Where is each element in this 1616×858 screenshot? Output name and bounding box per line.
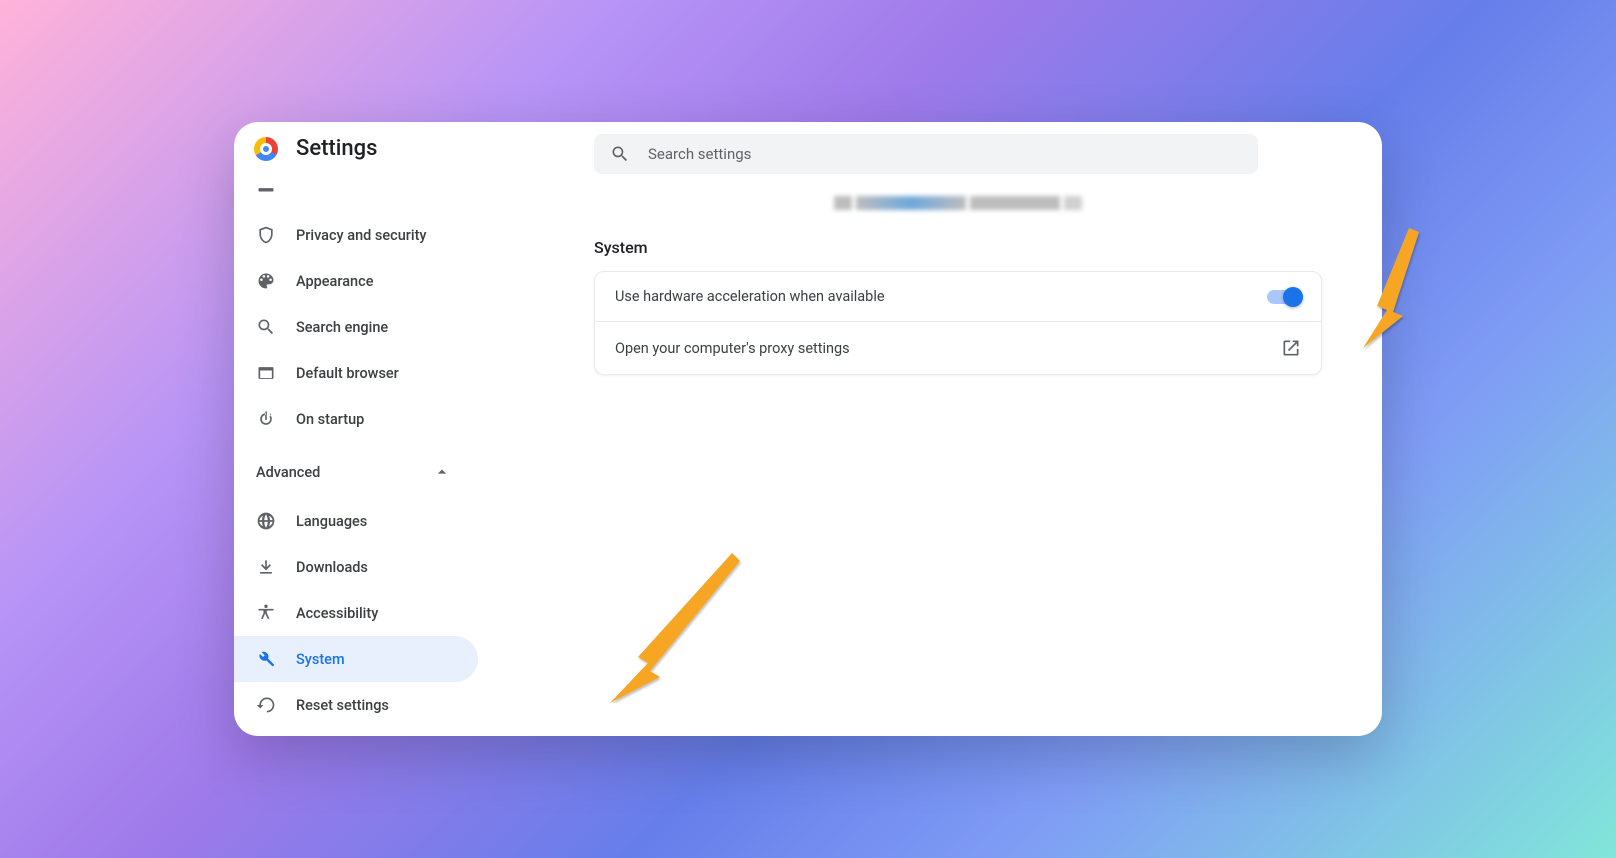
section-title: System — [594, 238, 1322, 257]
sidebar-item-autofill[interactable] — [234, 182, 478, 212]
autofill-icon — [256, 182, 276, 199]
sidebar-item-label: Accessibility — [296, 605, 378, 622]
system-settings-card: Use hardware acceleration when available… — [594, 271, 1322, 375]
sidebar-item-downloads[interactable]: Downloads — [234, 544, 478, 590]
sidebar-advanced-header[interactable]: Advanced — [234, 450, 534, 494]
sidebar-item-label: Default browser — [296, 365, 399, 382]
sidebar-item-default-browser[interactable]: Default browser — [234, 350, 478, 396]
sidebar-item-label: Search engine — [296, 319, 388, 336]
sidebar-item-label: System — [296, 651, 345, 668]
row-label: Open your computer's proxy settings — [615, 340, 850, 357]
accessibility-icon — [256, 603, 276, 623]
sidebar-item-privacy[interactable]: Privacy and security — [234, 212, 478, 258]
sidebar-item-label: Privacy and security — [296, 227, 427, 244]
wrench-icon — [256, 649, 276, 669]
header: Settings — [234, 122, 1382, 171]
sidebar-item-system[interactable]: System — [234, 636, 478, 682]
obscured-text — [818, 194, 1098, 212]
chevron-up-icon — [432, 462, 452, 482]
palette-icon — [256, 271, 276, 291]
external-link-icon — [1281, 338, 1301, 358]
sidebar-item-on-startup[interactable]: On startup — [234, 396, 478, 442]
settings-window: Settings Privacy and security Appearance — [234, 122, 1382, 736]
sidebar-item-label: Languages — [296, 513, 367, 530]
sidebar-item-search-engine[interactable]: Search engine — [234, 304, 478, 350]
hardware-acceleration-row: Use hardware acceleration when available — [595, 272, 1321, 321]
sidebar-item-label: Appearance — [296, 273, 373, 290]
power-icon — [256, 409, 276, 429]
chrome-logo-icon — [254, 137, 278, 161]
proxy-settings-row[interactable]: Open your computer's proxy settings — [595, 321, 1321, 374]
row-label: Use hardware acceleration when available — [615, 288, 885, 305]
main-content: System Use hardware acceleration when av… — [594, 186, 1322, 736]
sidebar-item-reset[interactable]: Reset settings — [234, 682, 478, 728]
sidebar-item-label: Reset settings — [296, 697, 389, 714]
page-title: Settings — [296, 136, 377, 161]
sidebar-item-languages[interactable]: Languages — [234, 498, 478, 544]
hardware-acceleration-toggle[interactable] — [1267, 290, 1301, 304]
advanced-label: Advanced — [256, 464, 320, 481]
shield-icon — [256, 225, 276, 245]
sidebar-item-accessibility[interactable]: Accessibility — [234, 590, 478, 636]
sidebar-item-label: On startup — [296, 411, 364, 428]
sidebar-item-appearance[interactable]: Appearance — [234, 258, 478, 304]
sidebar: Privacy and security Appearance Search e… — [234, 182, 534, 736]
browser-icon — [256, 363, 276, 383]
search-engine-icon — [256, 317, 276, 337]
download-icon — [256, 557, 276, 577]
globe-icon — [256, 511, 276, 531]
sidebar-item-label: Downloads — [296, 559, 368, 576]
restore-icon — [256, 695, 276, 715]
